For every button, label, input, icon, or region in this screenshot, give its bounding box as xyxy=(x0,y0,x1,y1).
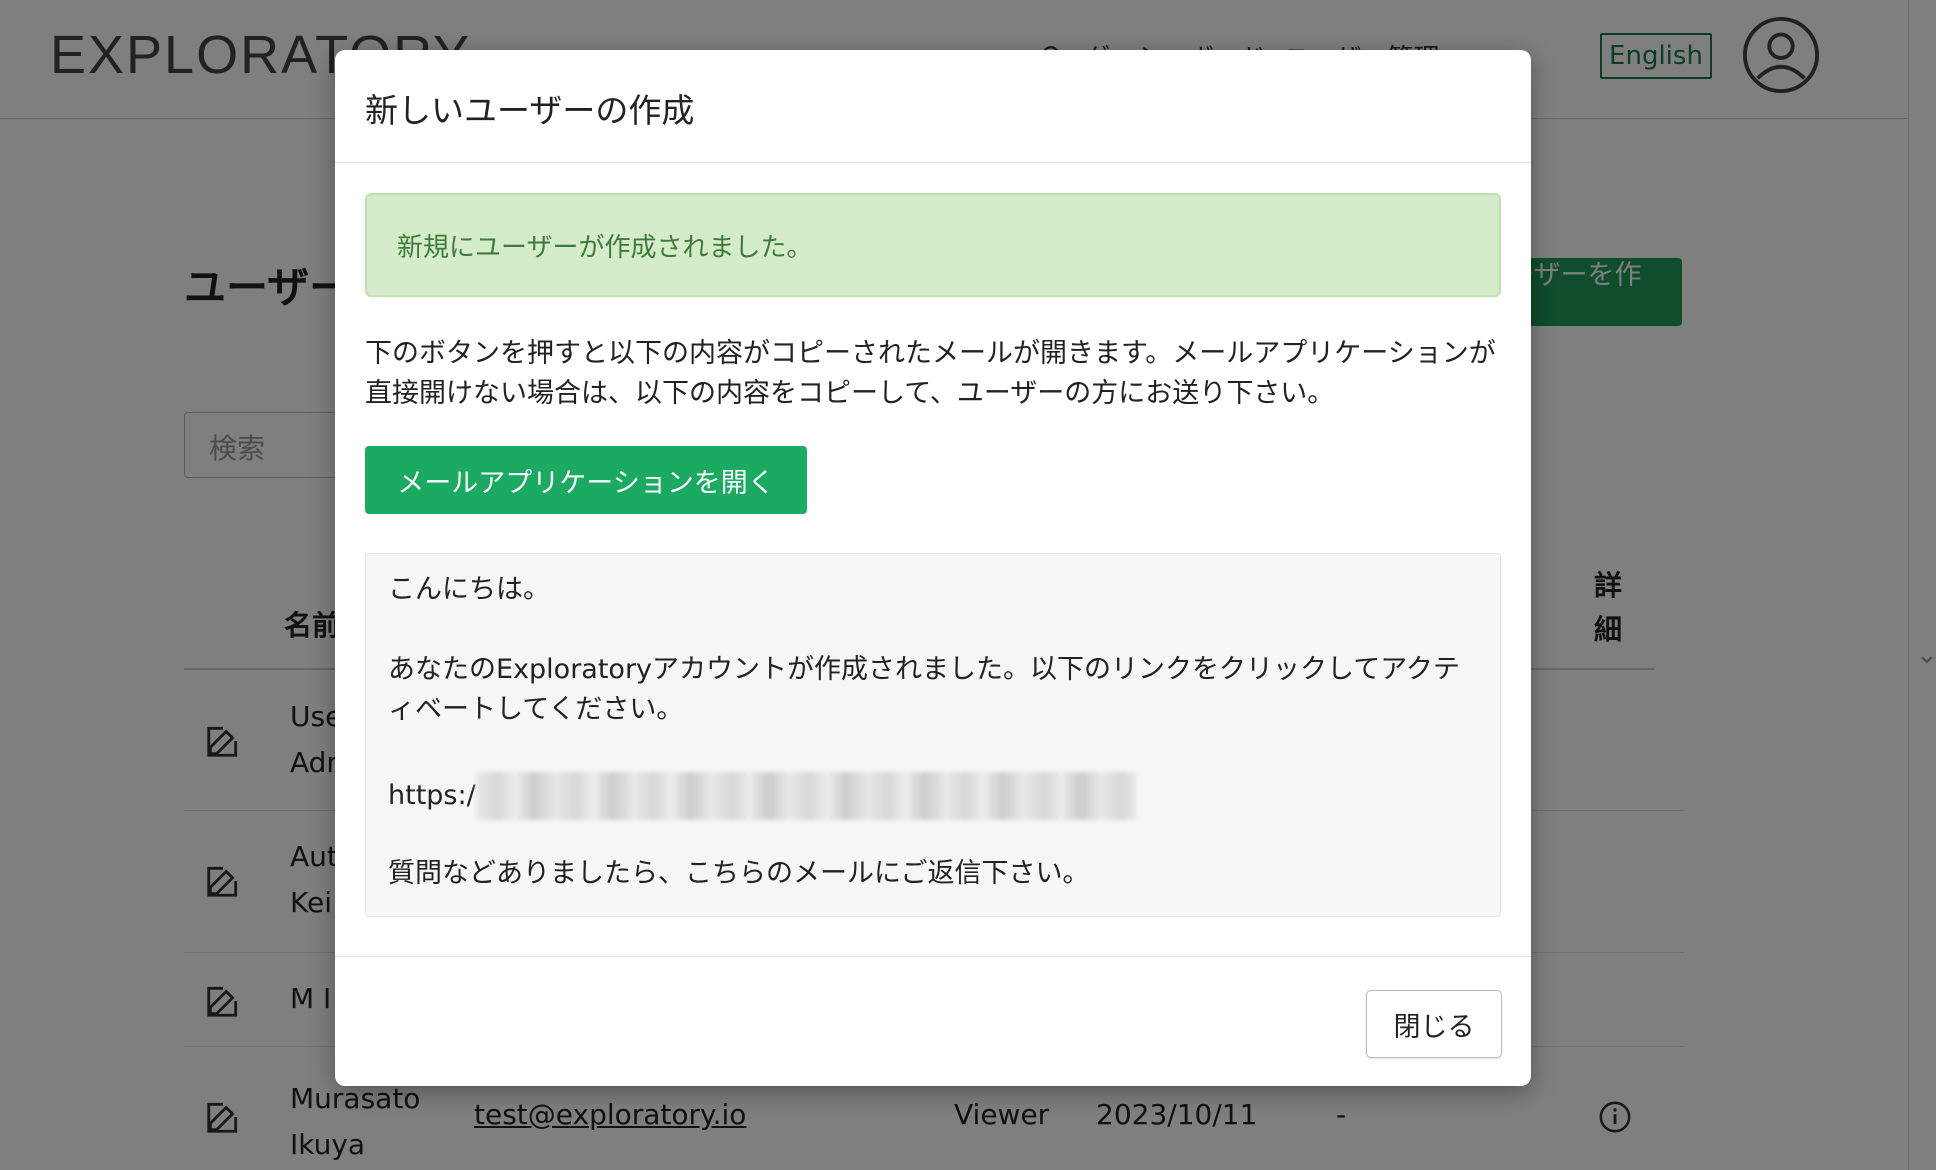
modal-footer: 閉じる xyxy=(335,956,1531,1087)
activation-link[interactable]: https:/ xyxy=(388,776,476,816)
close-button[interactable]: 閉じる xyxy=(1366,990,1502,1058)
create-user-modal: 新しいユーザーの作成 新規にユーザーが作成されました。 下のボタンを押すと以下の… xyxy=(335,50,1531,1086)
modal-title: 新しいユーザーの作成 xyxy=(365,91,695,130)
instruction-text: 下のボタンを押すと以下の内容がコピーされたメールが開きます。メールアプリケーショ… xyxy=(365,338,1496,409)
success-alert-text: 新規にユーザーが作成されました。 xyxy=(397,233,813,263)
open-mail-app-button[interactable]: メールアプリケーションを開く xyxy=(365,446,807,514)
blurred-link-redaction xyxy=(476,772,1136,820)
email-message-box: こんにちは。 あなたのExploratoryアカウントが作成されました。以下のリ… xyxy=(365,553,1501,917)
message-closing: 質問などありましたら、こちらのメールにご返信下さい。 xyxy=(388,858,1090,889)
success-alert: 新規にユーザーが作成されました。 xyxy=(365,193,1501,297)
message-body: あなたのExploratoryアカウントが作成されました。以下のリンクをクリック… xyxy=(388,654,1460,725)
modal-header: 新しいユーザーの作成 xyxy=(335,50,1531,163)
message-greeting: こんにちは。 xyxy=(388,574,550,605)
